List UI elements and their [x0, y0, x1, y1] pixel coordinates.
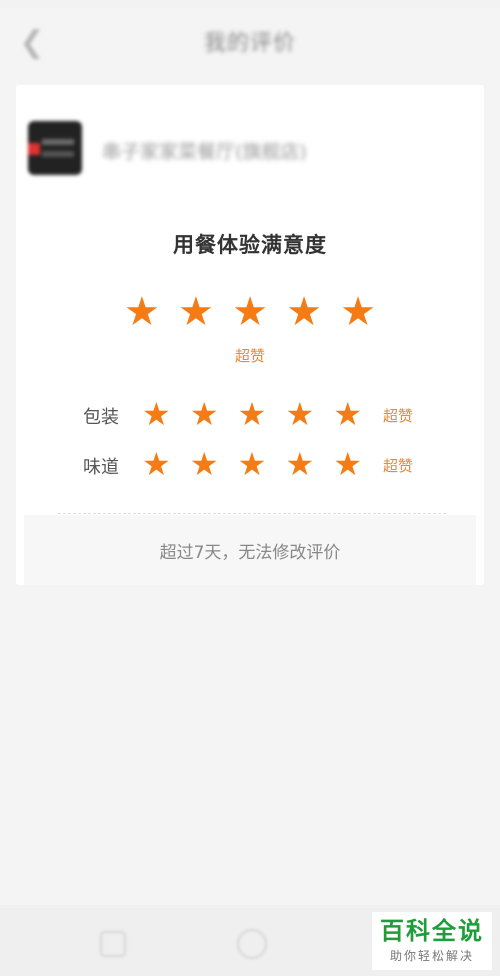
rating-row-value: 超赞: [383, 407, 414, 425]
star-icon[interactable]: ★: [124, 292, 160, 332]
home-button[interactable]: [237, 929, 267, 959]
experience-title: 用餐体验满意度: [173, 233, 327, 257]
star-icon[interactable]: ★: [142, 398, 171, 432]
review-card: 串子家家菜餐厅(旗舰店) 用餐体验满意度 ★ ★ ★ ★ ★ 超赞 包装 ★ ★…: [16, 85, 484, 585]
taste-star-rating[interactable]: ★ ★ ★ ★ ★: [142, 448, 362, 482]
star-icon[interactable]: ★: [286, 292, 322, 332]
star-icon[interactable]: ★: [232, 292, 268, 332]
status-bar: [0, 0, 500, 8]
rating-row-label: 味道: [83, 457, 119, 478]
back-button[interactable]: ❮: [12, 22, 52, 62]
rating-row-value: 超赞: [383, 457, 414, 475]
star-icon[interactable]: ★: [333, 398, 362, 432]
recent-apps-button[interactable]: [100, 931, 126, 957]
edit-notice-text: 超过7天，无法修改评价: [159, 542, 341, 563]
star-icon[interactable]: ★: [238, 398, 267, 432]
shop-name: 串子家家菜餐厅(旗舰店): [102, 141, 307, 163]
page-title: 我的评价: [203, 31, 296, 56]
star-icon[interactable]: ★: [190, 398, 219, 432]
star-icon[interactable]: ★: [238, 448, 267, 482]
divider: [58, 513, 446, 514]
star-icon[interactable]: ★: [285, 448, 314, 482]
rating-row-label: 包装: [83, 407, 119, 428]
rating-row-packaging: 包装 ★ ★ ★ ★ ★ 超赞: [16, 395, 484, 435]
star-icon[interactable]: ★: [285, 398, 314, 432]
star-icon[interactable]: ★: [178, 292, 214, 332]
chevron-left-icon: ❮: [19, 24, 45, 60]
star-icon[interactable]: ★: [340, 292, 376, 332]
experience-rating-label: 超赞: [234, 347, 265, 365]
shop-row[interactable]: 串子家家菜餐厅(旗舰店): [16, 85, 484, 215]
experience-star-rating[interactable]: ★ ★ ★ ★ ★: [124, 292, 376, 332]
rating-row-taste: 味道 ★ ★ ★ ★ ★ 超赞: [16, 445, 484, 485]
watermark-logo: 百科全说 助你轻松解决: [372, 912, 492, 970]
nav-bar: ❮ 我的评价: [0, 8, 500, 74]
star-icon[interactable]: ★: [190, 448, 219, 482]
shop-thumbnail: [28, 121, 82, 175]
star-icon[interactable]: ★: [333, 448, 362, 482]
edit-notice: 超过7天，无法修改评价: [24, 515, 476, 585]
packaging-star-rating[interactable]: ★ ★ ★ ★ ★: [142, 398, 362, 432]
star-icon[interactable]: ★: [142, 448, 171, 482]
watermark-title: 百科全说: [380, 917, 484, 946]
watermark-subtitle: 助你轻松解决: [389, 948, 474, 963]
